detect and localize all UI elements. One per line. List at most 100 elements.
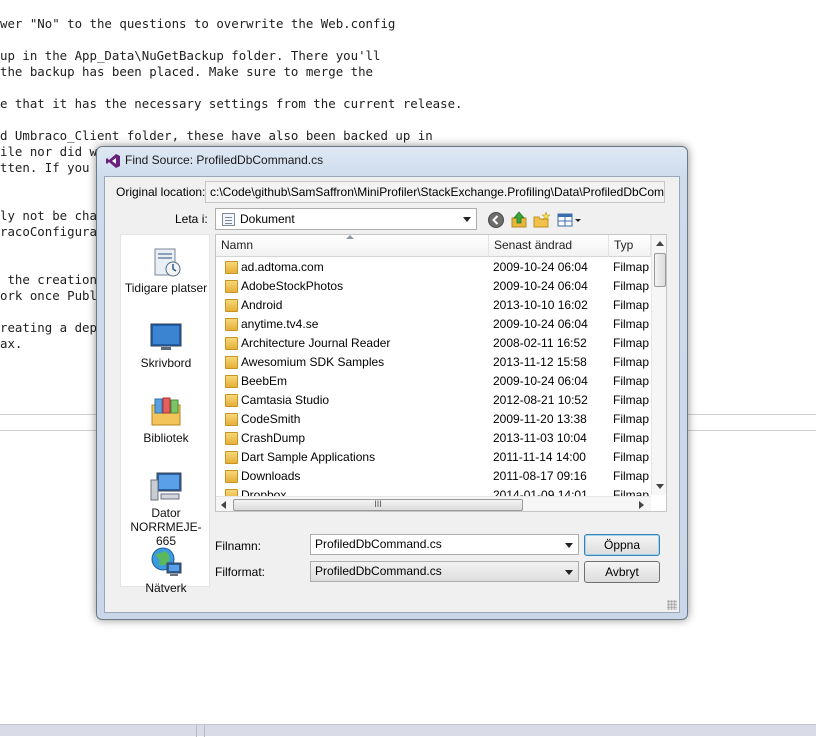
file-date: 2011-08-17 09:16 bbox=[493, 469, 587, 483]
folder-icon bbox=[225, 413, 238, 426]
folder-icon bbox=[225, 261, 238, 274]
resize-grip[interactable] bbox=[667, 600, 677, 610]
visual-studio-icon bbox=[106, 154, 120, 168]
file-row[interactable]: BeebEm 2009-10-24 06:04 Filmap bbox=[216, 372, 651, 391]
background-text-line: ork once Publi bbox=[0, 288, 105, 303]
vertical-scrollbar[interactable] bbox=[651, 235, 666, 495]
scroll-left-icon[interactable] bbox=[221, 501, 226, 509]
place-network[interactable]: Nätverk bbox=[121, 545, 211, 595]
file-row[interactable]: Awesomium SDK Samples 2013-11-12 15:58 Fil… bbox=[216, 353, 651, 372]
file-name: Dart Sample Applications bbox=[241, 450, 376, 464]
dialog-titlebar[interactable]: Find Source: ProfiledDbCommand.cs bbox=[97, 147, 687, 173]
file-name: Architecture Journal Reader bbox=[241, 336, 391, 350]
filename-input[interactable]: ProfiledDbCommand.cs bbox=[310, 534, 579, 555]
horizontal-scroll-thumb[interactable]: III bbox=[233, 499, 523, 511]
folder-icon bbox=[225, 394, 238, 407]
scroll-up-icon[interactable] bbox=[656, 241, 664, 246]
new-folder-icon[interactable] bbox=[533, 211, 551, 229]
open-button[interactable]: Öppna bbox=[584, 534, 660, 556]
file-name: CrashDump bbox=[241, 431, 306, 445]
scroll-down-icon[interactable] bbox=[656, 484, 664, 489]
column-header-name[interactable]: Namn bbox=[216, 235, 489, 257]
file-date: 2013-11-12 15:58 bbox=[493, 355, 587, 369]
folder-icon bbox=[225, 280, 238, 293]
up-folder-icon[interactable] bbox=[510, 211, 528, 229]
file-name: AdobeStockPhotos bbox=[241, 279, 344, 293]
file-type: Filmap bbox=[613, 279, 650, 293]
place-desktop[interactable]: Skrivbord bbox=[121, 320, 211, 370]
place-label: Dator NORRMEJE-665 bbox=[130, 506, 202, 548]
file-row[interactable]: Downloads 2011-08-17 09:16 Filmap bbox=[216, 467, 651, 486]
file-row[interactable]: CrashDump 2013-11-03 10:04 Filmap bbox=[216, 429, 651, 448]
file-name: anytime.tv4.se bbox=[241, 317, 319, 331]
file-row[interactable]: Architecture Journal Reader 2008-02-11 16… bbox=[216, 334, 651, 353]
place-libraries[interactable]: Bibliotek bbox=[121, 395, 211, 445]
chevron-down-icon[interactable] bbox=[565, 543, 573, 548]
file-type: Filmap bbox=[613, 317, 650, 331]
file-type: Filmap bbox=[613, 450, 650, 464]
horizontal-scrollbar[interactable]: III bbox=[216, 496, 651, 511]
folder-icon bbox=[225, 470, 238, 483]
filename-label: Filnamn: bbox=[215, 539, 262, 553]
original-location-field: c:\Code\github\SamSaffron\MiniProfiler\S… bbox=[205, 181, 665, 203]
place-recent-places[interactable]: Tidigare platser bbox=[121, 245, 211, 295]
background-text-line: reating a depl bbox=[0, 320, 105, 335]
file-name: Awesomium SDK Samples bbox=[241, 355, 385, 369]
file-type: Filmap bbox=[613, 260, 650, 274]
place-computer[interactable]: Dator NORRMEJE-665 bbox=[121, 470, 211, 548]
scroll-right-icon[interactable] bbox=[639, 501, 644, 509]
look-in-value: Dokument bbox=[240, 212, 295, 226]
folder-icon bbox=[225, 356, 238, 369]
background-text-line: the creation bbox=[0, 272, 105, 287]
file-row[interactable]: anytime.tv4.se 2009-10-24 06:04 Filmap bbox=[216, 315, 651, 334]
file-date: 2009-10-24 06:04 bbox=[493, 260, 588, 274]
libraries-icon bbox=[149, 395, 183, 429]
file-name: Android bbox=[241, 298, 283, 312]
network-icon bbox=[149, 545, 183, 579]
file-row[interactable]: Android 2013-10-10 16:02 Filmap bbox=[216, 296, 651, 315]
file-row[interactable]: Dart Sample Applications 2011-11-14 14:00… bbox=[216, 448, 651, 467]
vertical-scroll-thumb[interactable] bbox=[654, 253, 666, 287]
column-header-type[interactable]: Typ bbox=[609, 235, 651, 257]
view-menu-icon[interactable] bbox=[557, 211, 583, 229]
file-type: Filmap bbox=[613, 298, 650, 312]
column-header-date[interactable]: Senast ändrad bbox=[489, 235, 609, 257]
file-date: 2009-11-20 13:38 bbox=[493, 412, 587, 426]
file-date: 2013-10-10 16:02 bbox=[493, 298, 588, 312]
place-label: Tidigare platser bbox=[124, 281, 208, 295]
background-status-strip bbox=[0, 724, 816, 737]
computer-icon bbox=[149, 470, 183, 504]
background-text-line: ax. bbox=[0, 336, 23, 351]
file-row[interactable]: CodeSmith 2009-11-20 13:38 Filmap bbox=[216, 410, 651, 429]
file-date: 2009-10-24 06:04 bbox=[493, 317, 588, 331]
dialog-title: Find Source: ProfiledDbCommand.cs bbox=[125, 153, 324, 167]
background-text-line: ile nor did we bbox=[0, 144, 105, 159]
background-text-line: the backup has been placed. Make sure to… bbox=[0, 64, 373, 79]
cancel-button[interactable]: Avbryt bbox=[584, 561, 660, 583]
original-location-label: Original location: bbox=[116, 185, 206, 199]
folder-icon bbox=[225, 375, 238, 388]
background-text-line: d Umbraco_Client folder, these have also… bbox=[0, 128, 433, 143]
back-arrow-icon[interactable] bbox=[487, 211, 505, 229]
background-text-line: up in the App_Data\NuGetBackup folder. T… bbox=[0, 48, 381, 63]
place-label: Nätverk bbox=[145, 581, 187, 595]
file-type: Filmap bbox=[613, 393, 650, 407]
folder-icon bbox=[225, 337, 238, 350]
look-in-dropdown[interactable]: Dokument bbox=[215, 208, 477, 230]
desktop-icon bbox=[149, 320, 183, 354]
file-name: CodeSmith bbox=[241, 412, 301, 426]
filetype-select[interactable]: ProfiledDbCommand.cs bbox=[310, 561, 579, 582]
file-date: 2008-02-11 16:52 bbox=[493, 336, 587, 350]
background-text-line: racoConfigurat bbox=[0, 224, 105, 239]
file-row[interactable]: ad.adtoma.com 2009-10-24 06:04 Filmap bbox=[216, 258, 651, 277]
file-date: 2012-08-21 10:52 bbox=[493, 393, 588, 407]
places-bar: Tidigare platser Skrivbord Bibliotek Dator … bbox=[120, 234, 211, 595]
file-date: 2009-10-24 06:04 bbox=[493, 279, 588, 293]
file-name: Camtasia Studio bbox=[241, 393, 330, 407]
file-row[interactable]: Camtasia Studio 2012-08-21 10:52 Filmap bbox=[216, 391, 651, 410]
chevron-down-icon bbox=[565, 570, 573, 575]
folder-icon bbox=[225, 432, 238, 445]
background-text-line: tten. If you c bbox=[0, 160, 105, 175]
file-row[interactable]: AdobeStockPhotos 2009-10-24 06:04 Filmap bbox=[216, 277, 651, 296]
find-source-dialog: Find Source: ProfiledDbCommand.cs Origin… bbox=[96, 146, 688, 620]
